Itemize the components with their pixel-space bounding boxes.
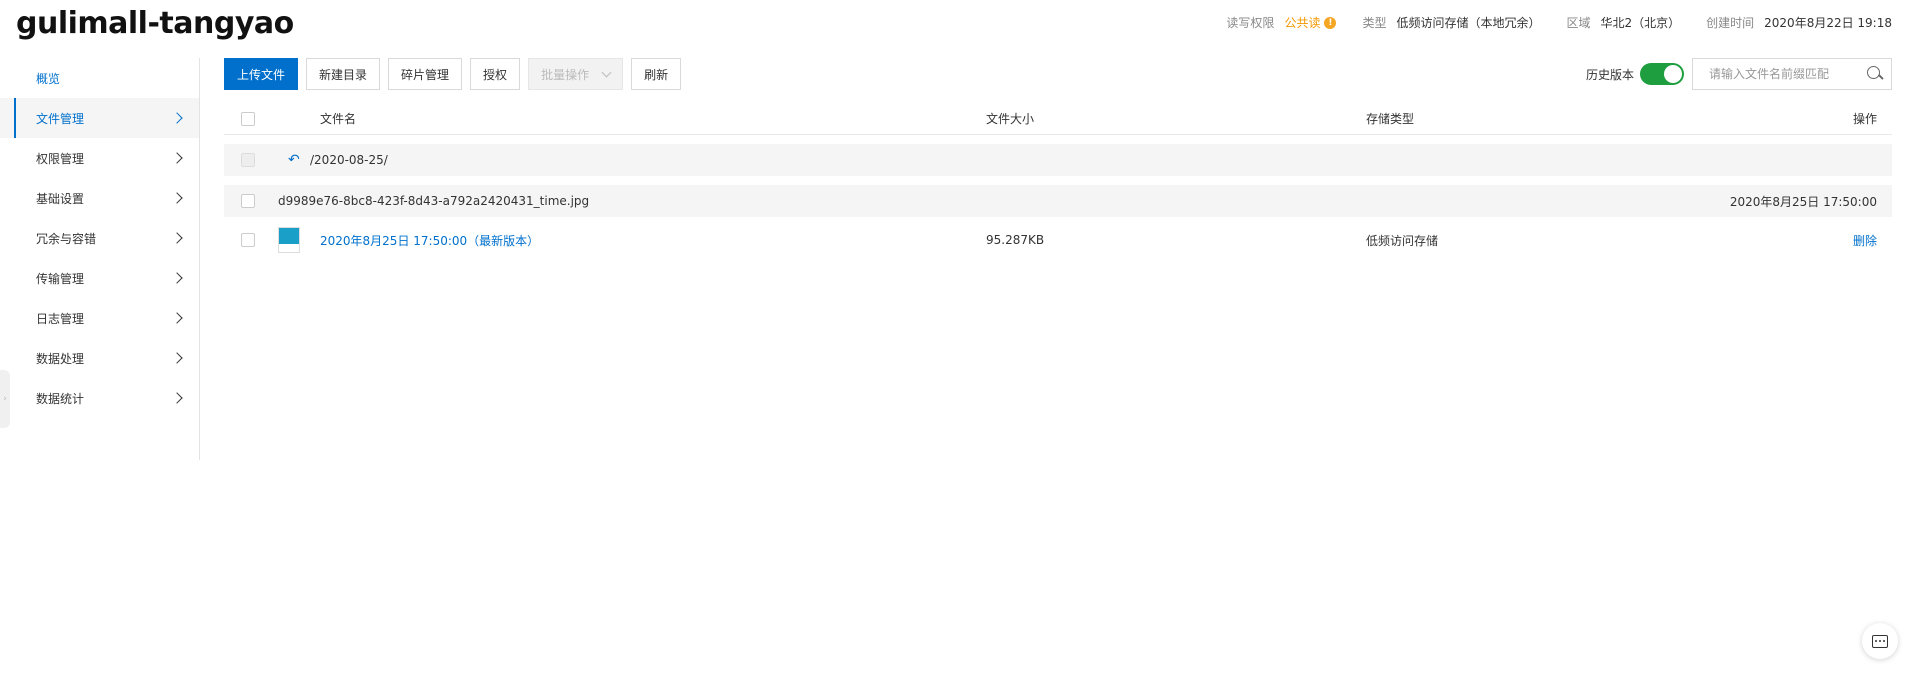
toolbar: 上传文件 新建目录 碎片管理 授权 批量操作 刷新 [224,58,682,90]
row-checkbox[interactable] [241,194,255,208]
history-version-toggle[interactable] [1640,63,1684,85]
created-label: 创建时间 [1706,16,1755,30]
sidebar-item-permissions[interactable]: 权限管理 [0,138,199,178]
chevron-right-icon [171,152,183,164]
refresh-button[interactable]: 刷新 [631,58,682,90]
chevron-right-icon [171,192,183,204]
upload-button[interactable]: 上传文件 [224,58,299,90]
toggle-knob [1664,65,1682,83]
row-checkbox[interactable] [241,233,255,247]
sidebar-item-label: 基础设置 [36,191,85,206]
sidebar-item-label: 权限管理 [36,151,85,166]
sidebar-item-label: 数据处理 [36,351,85,366]
batch-operations-button[interactable]: 批量操作 [528,58,624,90]
select-all-checkbox[interactable] [241,111,255,126]
back-arrow-icon[interactable]: ↶ [288,152,300,168]
acl-label: 读写权限 [1226,16,1275,30]
batch-operations-label: 批量操作 [541,67,590,82]
column-header-storage-type: 存储类型 [1366,112,1415,126]
region-value: 华北2（北京） [1600,16,1681,30]
right-tools: 历史版本 [1586,58,1892,90]
history-version-label: 历史版本 [1585,67,1634,82]
bucket-meta: 读写权限 公共读 ! 类型 低频访问存储（本地冗余） 区域 华北2（北京） 创建… [1226,14,1892,31]
file-group-row: d9989e76-8bc8-423f-8d43-a792a2420431_tim… [224,185,1892,217]
type-label: 类型 [1362,16,1387,30]
chevron-right-icon [171,352,183,364]
created-value: 2020年8月22日 19:18 [1764,16,1892,30]
file-date: 2020年8月25日 17:50:00 [1729,194,1877,209]
sidebar-item-files[interactable]: 文件管理 [0,98,199,138]
sidebar-item-label: 冗余与容错 [36,231,97,246]
file-size: 95.287KB [986,233,1045,247]
acl-value-text: 公共读 [1284,16,1321,30]
table-row: 2020年8月25日 17:50:00（最新版本） 95.287KB 低频访问存… [224,220,1892,260]
sidebar-item-statistics[interactable]: 数据统计 [0,378,199,418]
authorize-button[interactable]: 授权 [470,58,521,90]
type-value: 低频访问存储（本地冗余） [1396,16,1541,30]
chevron-right-icon [171,232,183,244]
sidebar-item-transfer[interactable]: 传输管理 [0,258,199,298]
search-input[interactable] [1709,67,1867,81]
parent-directory-row[interactable]: ↶ /2020-08-25/ [224,144,1892,176]
bucket-title: gulimall-tangyao [16,6,294,41]
chevron-right-icon [171,112,183,124]
file-table: 文件名 文件大小 存储类型 操作 ↶ /2020-08-25/ d9989e76… [224,103,1892,253]
delete-link[interactable]: 删除 [1853,232,1877,249]
sidebar-item-label: 概览 [36,71,61,86]
chevron-right-icon [171,272,183,284]
chevron-right-icon [171,312,183,324]
image-file-icon [278,227,300,253]
chevron-right-icon [171,392,183,404]
file-name: d9989e76-8bc8-423f-8d43-a792a2420431_tim… [278,194,590,208]
row-checkbox-disabled [241,153,255,167]
column-header-actions: 操作 [1852,112,1877,126]
sidebar-item-redundancy[interactable]: 冗余与容错 [0,218,199,258]
version-link[interactable]: 2020年8月25日 17:50:00（最新版本） [320,232,539,249]
sidebar-item-label: 数据统计 [36,391,85,406]
search-icon[interactable] [1867,66,1883,82]
new-directory-button[interactable]: 新建目录 [306,58,381,90]
sidebar: 概览 文件管理 权限管理 基础设置 冗余与容错 传输管理 日志管理 数据处理 数… [0,58,200,460]
chat-bubble-icon [1872,634,1888,648]
sidebar-item-logs[interactable]: 日志管理 [0,298,199,338]
sidebar-item-basic-settings[interactable]: 基础设置 [0,178,199,218]
column-header-name: 文件名 [320,112,357,126]
sidebar-item-label: 日志管理 [36,311,85,326]
storage-type: 低频访问存储 [1366,233,1439,248]
current-path: /2020-08-25/ [310,153,388,167]
sidebar-item-data-processing[interactable]: 数据处理 [0,338,199,378]
feedback-button[interactable] [1862,623,1898,659]
table-header: 文件名 文件大小 存储类型 操作 [224,103,1892,135]
warning-icon[interactable]: ! [1324,16,1337,29]
chevron-down-icon [601,67,612,77]
sidebar-item-label: 传输管理 [36,271,85,286]
fragments-button[interactable]: 碎片管理 [388,58,463,90]
search-box [1692,58,1892,90]
column-header-size: 文件大小 [986,112,1035,126]
sidebar-item-overview[interactable]: 概览 [0,58,199,98]
region-label: 区域 [1566,16,1591,30]
acl-value[interactable]: 公共读 ! [1284,14,1337,31]
sidebar-collapse-handle[interactable]: › [0,370,10,428]
sidebar-item-label: 文件管理 [36,111,85,126]
